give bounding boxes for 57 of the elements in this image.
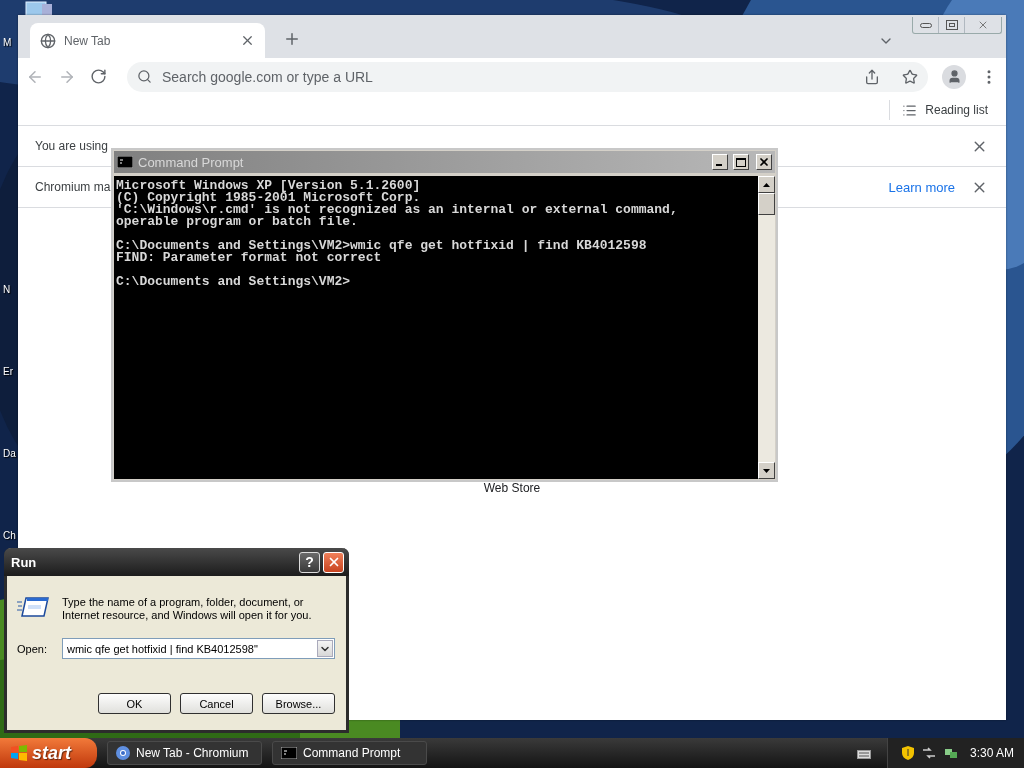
shortcut-label[interactable]: Web Store bbox=[483, 481, 541, 495]
keyboard-icon[interactable] bbox=[856, 747, 871, 759]
console-line: operable program or batch file. bbox=[116, 216, 358, 228]
help-button[interactable]: ? bbox=[299, 551, 320, 573]
description: Type the name of a program, folder, document, or Internet resource, and Windows will open it for you. bbox=[62, 596, 313, 622]
shield-icon[interactable] bbox=[901, 746, 914, 760]
chromium-icon bbox=[116, 746, 130, 760]
console-line: 'C:\Windows\r.cmd' is not recognized as an internal or external command, bbox=[116, 204, 679, 216]
run-icon bbox=[17, 596, 49, 618]
maximize-icon[interactable] bbox=[733, 154, 749, 170]
globe-icon bbox=[40, 32, 56, 49]
dialog-button[interactable]: Cancel bbox=[180, 693, 253, 714]
address-bar[interactable]: Search google.com or type a URL bbox=[127, 61, 928, 92]
browser-tab[interactable]: New Tab bbox=[30, 23, 265, 58]
desktop-icon-label[interactable]: N bbox=[3, 284, 11, 295]
dropdown-icon[interactable] bbox=[317, 640, 333, 657]
title-bar: Command Prompt bbox=[114, 151, 775, 173]
console-line: (C) Copyright 1985-2001 Microsoft Corp. bbox=[116, 192, 422, 204]
desktop-icon-label[interactable]: M bbox=[3, 37, 12, 48]
close-button[interactable] bbox=[323, 551, 344, 573]
learn-more-link[interactable]: Learn more bbox=[888, 179, 955, 195]
console-icon bbox=[281, 747, 297, 759]
desktop-icon-label[interactable]: Er bbox=[3, 366, 13, 377]
minimize-icon[interactable] bbox=[712, 154, 728, 170]
taskbar-item[interactable]: New Tab - Chromium bbox=[107, 741, 262, 765]
console-line: C:\Documents and Settings\VM2>wmic qfe get hotfixid | find KB4012598 bbox=[116, 240, 648, 252]
infobar-text: Chromium ma bbox=[35, 180, 111, 194]
open-field[interactable]: wmic qfe get hotfixid | find KB4012598" bbox=[62, 638, 335, 659]
dialog-button[interactable]: OK bbox=[98, 693, 171, 714]
star-icon[interactable] bbox=[902, 68, 918, 85]
network-icon[interactable] bbox=[921, 747, 936, 759]
console-line: FIND: Parameter format not correct bbox=[116, 252, 383, 264]
profile-avatar[interactable] bbox=[942, 64, 966, 89]
share-icon[interactable] bbox=[864, 68, 880, 85]
scroll-down-icon[interactable] bbox=[758, 462, 775, 479]
console-line: Microsoft Windows XP [Version 5.1.2600] bbox=[116, 180, 422, 192]
desktop-icon-label[interactable]: Ch bbox=[3, 530, 16, 541]
clock: 3:30 AM bbox=[969, 746, 1014, 760]
console-icon bbox=[117, 156, 133, 168]
reload-icon[interactable] bbox=[90, 68, 107, 85]
start-button[interactable]: start bbox=[0, 738, 97, 768]
list-icon bbox=[902, 102, 918, 118]
open-label: Open: bbox=[17, 642, 48, 655]
desktop-icon-label[interactable]: Da bbox=[3, 448, 16, 459]
new-tab-icon[interactable] bbox=[283, 30, 301, 48]
taskbar-item[interactable]: Command Prompt bbox=[272, 741, 427, 765]
scroll-thumb[interactable] bbox=[758, 193, 775, 215]
search-icon bbox=[137, 69, 152, 84]
dialog-button[interactable]: Browse... bbox=[262, 693, 335, 714]
console-line: C:\Documents and Settings\VM2> bbox=[116, 276, 352, 288]
reading-list-button[interactable]: Reading list bbox=[925, 103, 988, 117]
close-icon[interactable] bbox=[240, 33, 255, 48]
scroll-up-icon[interactable] bbox=[758, 176, 775, 193]
network-icon[interactable] bbox=[943, 747, 958, 759]
flag-icon bbox=[10, 745, 28, 761]
infobar-text: You are using bbox=[35, 139, 108, 153]
title-bar: Run ? bbox=[4, 548, 349, 576]
